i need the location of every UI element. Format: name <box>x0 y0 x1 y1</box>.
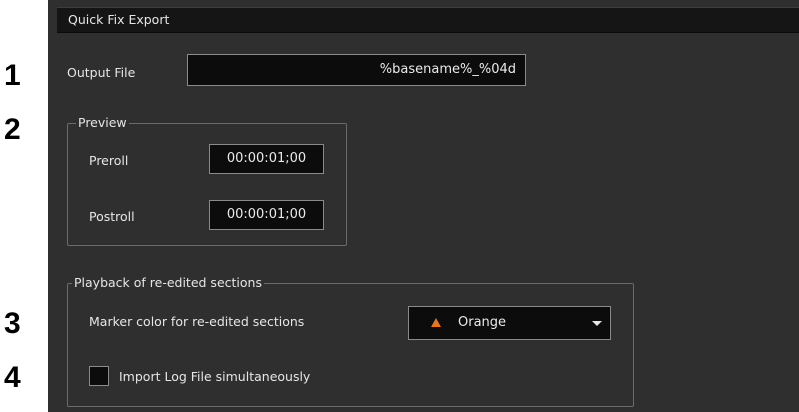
panel-titlebar: Quick Fix Export <box>57 7 799 33</box>
chevron-down-icon <box>592 321 602 326</box>
playback-group: Playback of re-edited sections Marker co… <box>67 275 634 407</box>
marker-color-label: Marker color for re-edited sections <box>89 314 305 329</box>
callout-1: 1 <box>4 59 21 92</box>
marker-color-selected: Orange <box>458 315 507 330</box>
callout-2: 2 <box>4 113 21 146</box>
playback-legend: Playback of re-edited sections <box>72 275 264 290</box>
import-log-label[interactable]: Import Log File simultaneously <box>119 369 310 384</box>
callout-3: 3 <box>4 307 21 340</box>
orange-triangle-icon <box>431 318 441 327</box>
output-file-label: Output File <box>67 65 136 80</box>
panel-title: Quick Fix Export <box>68 12 170 27</box>
postroll-input[interactable]: 00:00:01;00 <box>209 200 324 230</box>
postroll-label: Postroll <box>89 209 135 224</box>
callout-4: 4 <box>4 361 21 394</box>
import-log-checkbox[interactable] <box>89 366 109 386</box>
preview-group: Preview Preroll 00:00:01;00 Postroll 00:… <box>67 115 347 246</box>
output-file-input[interactable]: %basename%_%04d <box>187 54 526 86</box>
preroll-label: Preroll <box>89 153 129 168</box>
marker-color-dropdown[interactable]: Orange <box>408 306 611 340</box>
preview-legend: Preview <box>76 115 129 130</box>
quick-fix-export-panel: Quick Fix Export Output File %basename%_… <box>48 0 799 412</box>
preroll-input[interactable]: 00:00:01;00 <box>209 144 324 174</box>
